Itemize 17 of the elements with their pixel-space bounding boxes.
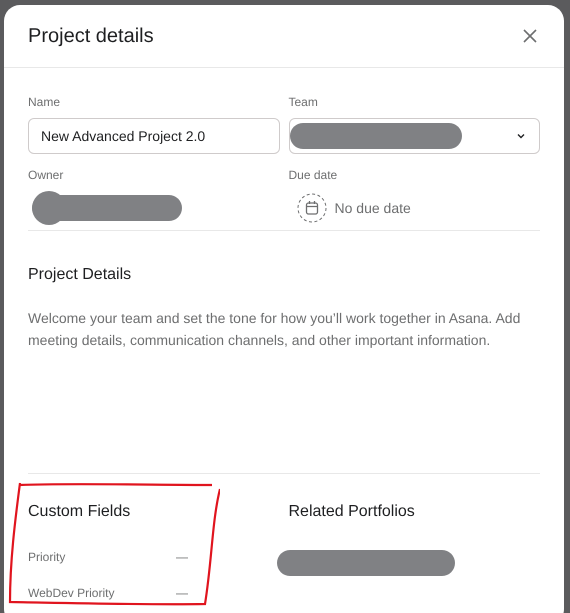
section-heading: Project Details	[28, 265, 132, 285]
due-date-value[interactable]: No due date	[334, 198, 411, 218]
field-label: Team	[288, 94, 319, 111]
field-label: Name	[28, 94, 62, 111]
field-label: Due date	[288, 167, 338, 184]
description-text: Welcome your team and set the tone for how you’ll work together in Asana. Add meeting details, communication channels, and other important information.	[28, 309, 522, 350]
field-label: Owner	[28, 167, 64, 184]
team-select[interactable]	[288, 118, 540, 154]
section-heading: Custom Fields	[28, 502, 132, 522]
custom-field-value[interactable]: —	[176, 584, 188, 602]
name-input[interactable]: New Advanced Project 2.0	[28, 118, 280, 154]
custom-field-label: Priority	[28, 549, 66, 566]
custom-field-label: WebDev Priority	[28, 585, 114, 602]
dialog-title: Project details	[28, 24, 154, 49]
section-heading: Related Portfolios	[288, 502, 416, 522]
custom-field-value[interactable]: —	[176, 548, 188, 566]
calendar-icon[interactable]	[296, 193, 326, 223]
